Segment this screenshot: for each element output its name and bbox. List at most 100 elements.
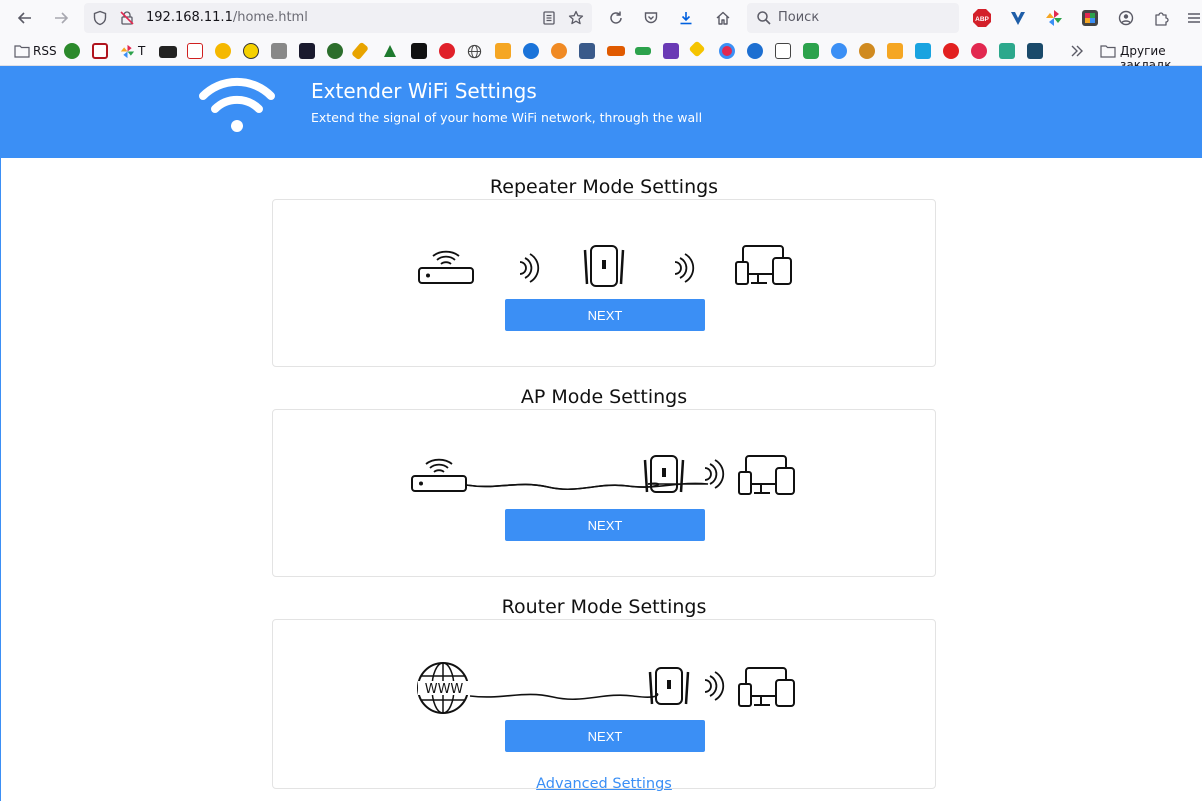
bookmark-icon[interactable] xyxy=(551,43,567,59)
bookmark-icon[interactable] xyxy=(351,41,369,61)
svg-text:ABP: ABP xyxy=(975,16,989,23)
bookmark-icon[interactable] xyxy=(439,43,455,59)
folder-icon[interactable] xyxy=(14,44,30,58)
search-icon xyxy=(757,11,771,25)
puzzle-icon xyxy=(1155,12,1169,26)
bookmark-icon[interactable] xyxy=(635,47,651,55)
bookmark-icon[interactable] xyxy=(411,43,427,59)
bookmark-globe-icon[interactable] xyxy=(467,44,482,59)
signal-waves-icon xyxy=(519,253,540,283)
pocket-icon xyxy=(644,12,658,24)
bookmark-star-icon[interactable] xyxy=(568,10,584,26)
vpn-extension[interactable] xyxy=(1004,4,1032,32)
repeater-section-title: Repeater Mode Settings xyxy=(489,176,719,198)
bookmark-icon[interactable] xyxy=(579,43,595,59)
url-host: 192.168.11.1 xyxy=(146,10,233,25)
advanced-settings-link[interactable]: Advanced Settings xyxy=(272,776,936,792)
bookmark-icon[interactable] xyxy=(1027,43,1043,59)
router-icon xyxy=(411,458,467,492)
insecure-lock-icon[interactable] xyxy=(119,10,135,26)
adblock-icon: ABP xyxy=(973,9,991,27)
pocket-button[interactable] xyxy=(637,4,665,32)
ap-next-button[interactable]: NEXT xyxy=(505,509,705,541)
bookmark-icon[interactable] xyxy=(64,43,80,59)
bookmark-t-label[interactable]: T xyxy=(138,44,145,58)
palette-icon xyxy=(1082,10,1098,26)
extender-icon xyxy=(643,455,685,493)
bookmark-icon[interactable] xyxy=(187,43,203,59)
search-placeholder: Поиск xyxy=(778,10,820,25)
bookmark-icon[interactable] xyxy=(971,43,987,59)
bookmark-tree-icon[interactable] xyxy=(382,44,398,60)
reader-view-icon[interactable] xyxy=(541,10,557,26)
menu-button[interactable] xyxy=(1180,4,1202,32)
bookmark-icon[interactable] xyxy=(243,43,259,59)
ap-section-title: AP Mode Settings xyxy=(520,386,688,408)
bookmark-icon[interactable] xyxy=(523,43,539,59)
cable-line xyxy=(469,692,659,700)
bookmark-icon[interactable] xyxy=(747,43,763,59)
search-bar[interactable]: Поиск xyxy=(747,3,959,33)
bookmark-icon[interactable] xyxy=(803,43,819,59)
url-text[interactable]: 192.168.11.1/home.html xyxy=(146,10,308,25)
router-mode-card: WWW NEXT xyxy=(272,619,936,789)
repeater-mode-card: NEXT xyxy=(272,199,936,367)
downloads-button[interactable] xyxy=(672,4,700,32)
pinwheel-icon xyxy=(1046,10,1062,26)
bookmark-icon[interactable] xyxy=(327,43,343,59)
pinwheel-extension[interactable] xyxy=(1040,4,1068,32)
bookmark-icon[interactable] xyxy=(92,43,108,59)
arrow-right-icon xyxy=(55,12,69,24)
url-path: /home.html xyxy=(232,10,308,25)
back-button[interactable] xyxy=(11,4,39,32)
account-button[interactable] xyxy=(1112,4,1140,32)
bookmark-icon[interactable] xyxy=(271,43,287,59)
arrow-left-icon xyxy=(17,12,31,24)
hamburger-menu-icon xyxy=(1188,13,1200,23)
bookmark-icon[interactable] xyxy=(719,43,735,59)
bookmark-icon[interactable] xyxy=(831,43,847,59)
page: Extender WiFi Settings Extend the signal… xyxy=(0,66,1202,801)
router-next-button[interactable]: NEXT xyxy=(505,720,705,752)
bookmark-icon[interactable] xyxy=(299,43,315,59)
extensions-button[interactable] xyxy=(1147,4,1175,32)
router-diagram: WWW xyxy=(417,662,795,714)
bookmark-icon[interactable] xyxy=(159,46,177,58)
bookmark-icon[interactable] xyxy=(663,43,679,59)
svg-text:WWW: WWW xyxy=(425,682,464,697)
bookmark-icon[interactable] xyxy=(999,43,1015,59)
bookmark-icon[interactable] xyxy=(943,43,959,59)
account-icon xyxy=(1118,10,1134,26)
home-button[interactable] xyxy=(709,4,737,32)
wifi-icon xyxy=(199,77,275,132)
bookmark-icon[interactable] xyxy=(215,43,231,59)
bookmark-icon[interactable] xyxy=(887,43,903,59)
bookmarks-bar: RSS T Другие закладк xyxy=(0,36,1202,72)
signal-waves-icon xyxy=(704,671,725,701)
colorful-extension[interactable] xyxy=(1076,4,1104,32)
bookmark-icon[interactable] xyxy=(775,43,791,59)
devices-icon xyxy=(738,455,795,495)
bookmark-pinwheel-icon[interactable] xyxy=(120,44,135,59)
chevron-double-right-icon[interactable] xyxy=(1070,45,1084,57)
devices-icon xyxy=(738,667,795,707)
bookmark-rss-label[interactable]: RSS xyxy=(33,44,57,58)
ap-diagram xyxy=(411,455,795,495)
bookmark-icon[interactable] xyxy=(607,46,625,56)
vpn-shield-icon xyxy=(1011,12,1025,25)
bookmark-icon[interactable] xyxy=(915,43,931,59)
forward-button[interactable] xyxy=(47,4,75,32)
page-subtitle: Extend the signal of your home WiFi netw… xyxy=(311,110,703,125)
browser-toolbar: 192.168.11.1/home.html Поиск ABP xyxy=(0,0,1202,36)
adblock-extension[interactable]: ABP xyxy=(968,4,996,32)
shield-icon[interactable] xyxy=(92,10,108,26)
bookmark-icon[interactable] xyxy=(859,43,875,59)
router-section-title: Router Mode Settings xyxy=(501,596,707,618)
folder-icon[interactable] xyxy=(1100,44,1116,58)
bookmark-icon[interactable] xyxy=(688,40,706,58)
home-icon xyxy=(716,11,730,25)
url-bar[interactable]: 192.168.11.1/home.html xyxy=(84,3,592,33)
reload-button[interactable] xyxy=(602,4,630,32)
repeater-next-button[interactable]: NEXT xyxy=(505,299,705,331)
bookmark-icon[interactable] xyxy=(495,43,511,59)
